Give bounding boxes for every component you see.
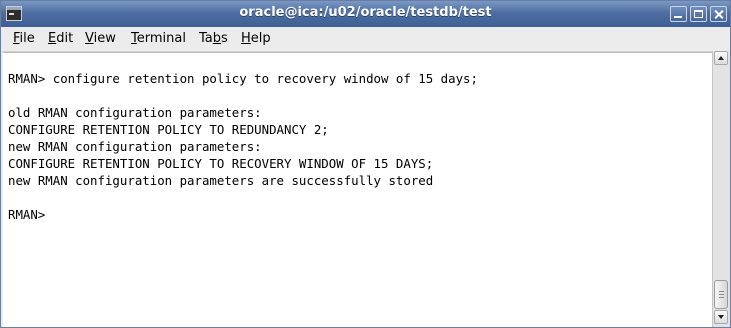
terminal-line: CONFIGURE RETENTION POLICY TO RECOVERY W… bbox=[8, 156, 434, 171]
menu-view-label: iew bbox=[93, 31, 116, 46]
menu-help[interactable]: Help bbox=[241, 31, 271, 46]
terminal-line: RMAN> configure retention policy to reco… bbox=[8, 71, 478, 86]
minimize-button[interactable] bbox=[670, 6, 687, 22]
vertical-scrollbar[interactable] bbox=[712, 51, 730, 327]
window-title: oracle@ica:/u02/oracle/testdb/test bbox=[239, 5, 492, 20]
menu-terminal-label: erminal bbox=[136, 31, 186, 46]
maximize-button[interactable] bbox=[690, 6, 707, 22]
menu-tabs[interactable]: Tabs bbox=[199, 31, 228, 46]
menu-tabs-mnemonic: b bbox=[212, 31, 222, 46]
menu-bar: File Edit View Terminal Tabs Help bbox=[1, 27, 730, 52]
menu-view[interactable]: View bbox=[85, 31, 116, 46]
grip-line bbox=[719, 291, 724, 292]
menu-file-label: ile bbox=[19, 31, 35, 46]
terminal-window: oracle@ica:/u02/oracle/testdb/test File … bbox=[0, 0, 731, 328]
close-button[interactable] bbox=[710, 6, 727, 22]
menu-view-mnemonic: V bbox=[85, 31, 94, 46]
terminal-line: CONFIGURE RETENTION POLICY TO REDUNDANCY… bbox=[8, 122, 329, 137]
terminal-prompt: RMAN> bbox=[8, 207, 46, 222]
scroll-down-button[interactable] bbox=[714, 310, 728, 324]
menu-help-label: elp bbox=[250, 31, 271, 46]
title-bar[interactable]: oracle@ica:/u02/oracle/testdb/test bbox=[1, 1, 730, 27]
grip-line bbox=[719, 294, 724, 295]
menu-edit[interactable]: Edit bbox=[48, 31, 73, 46]
scroll-up-button[interactable] bbox=[714, 51, 728, 65]
menu-tabs-label: s bbox=[221, 31, 228, 46]
terminal-line: new RMAN configuration parameters are su… bbox=[8, 173, 434, 188]
scrollbar-thumb[interactable] bbox=[714, 280, 728, 309]
terminal-line: new RMAN configuration parameters: bbox=[8, 139, 262, 154]
menu-edit-mnemonic: E bbox=[48, 31, 57, 46]
menu-edit-label: dit bbox=[56, 31, 74, 46]
menu-terminal[interactable]: Terminal bbox=[131, 31, 186, 46]
grip-line bbox=[719, 297, 724, 298]
terminal-line: old RMAN configuration parameters: bbox=[8, 105, 262, 120]
menu-tabs-prefix: Ta bbox=[199, 31, 213, 46]
menu-file[interactable]: File bbox=[13, 31, 35, 46]
terminal-output[interactable]: RMAN> configure retention policy to reco… bbox=[3, 52, 712, 327]
menu-help-mnemonic: H bbox=[241, 31, 251, 46]
